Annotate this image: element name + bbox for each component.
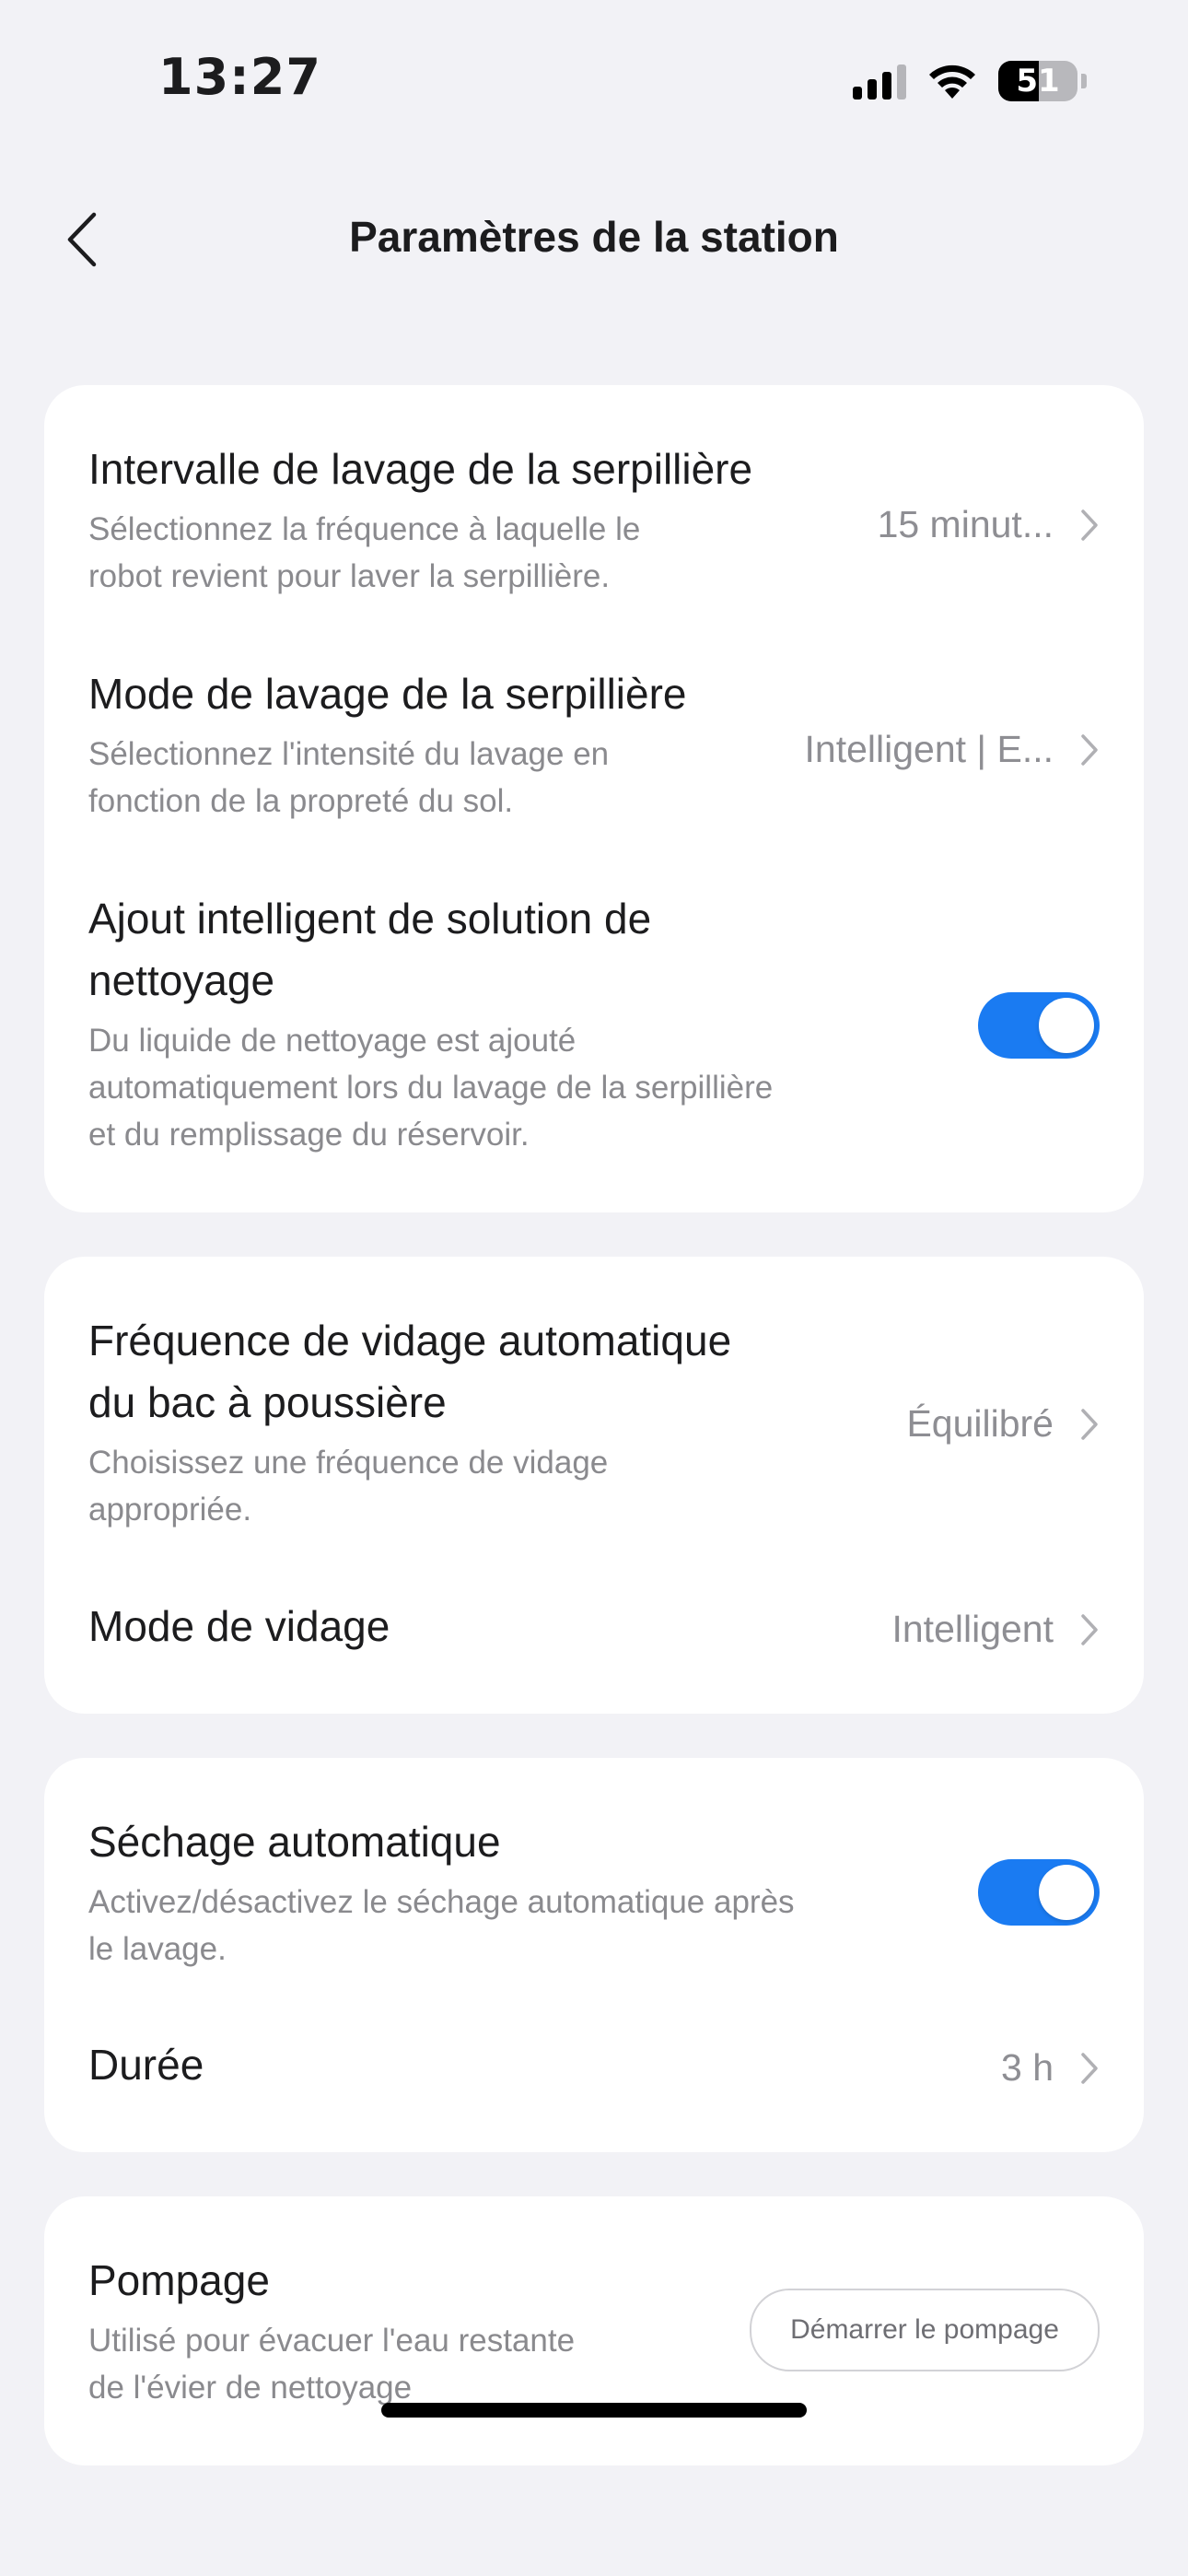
card-drying-settings: Séchage automatique Activez/désactivez l… (44, 1758, 1144, 2152)
setting-auto-dry: Séchage automatique Activez/désactivez l… (88, 1811, 1100, 1977)
setting-smart-solution: Ajout intelligent de solution de nettoya… (88, 888, 1100, 1165)
setting-value: 3 h (1001, 2046, 1054, 2089)
chevron-right-icon (1081, 1408, 1098, 1440)
auto-dry-toggle[interactable] (978, 1859, 1100, 1926)
battery-level: 51 (1016, 63, 1060, 100)
card-dust-settings: Fréquence de vidage automatique du bac à… (44, 1257, 1144, 1714)
setting-value: 15 minut... (877, 503, 1054, 545)
chevron-right-icon (1081, 1613, 1098, 1645)
setting-pump: Pompage Utilisé pour évacuer l'eau resta… (88, 2250, 1100, 2416)
chevron-right-icon (1081, 2052, 1098, 2084)
page-title: Paramètres de la station (349, 213, 839, 261)
chevron-right-icon (1081, 509, 1098, 541)
card-mop-settings: Intervalle de lavage de la serpillière S… (44, 385, 1144, 1212)
smart-solution-toggle[interactable] (978, 992, 1100, 1059)
status-bar: 13:27 51 (0, 0, 1188, 157)
setting-title: Fréquence de vidage automatique du bac à… (88, 1317, 732, 1426)
status-time: 13:27 (158, 48, 321, 106)
setting-mop-wash-mode[interactable]: Mode de lavage de la serpillière Sélecti… (88, 663, 1100, 829)
setting-empty-mode[interactable]: Mode de vidage Intelligent (88, 1596, 1100, 1660)
setting-value: Équilibré (906, 1402, 1054, 1445)
setting-description: Du liquide de nettoyage est ajouté autom… (88, 1023, 774, 1153)
setting-description: Utilisé pour évacuer l'eau restante de l… (88, 2323, 576, 2406)
toggle-knob (1039, 1865, 1094, 1920)
card-pump: Pompage Utilisé pour évacuer l'eau resta… (44, 2196, 1144, 2465)
setting-duration[interactable]: Durée 3 h (88, 2034, 1100, 2099)
cellular-signal-icon (853, 63, 906, 100)
wifi-icon (929, 64, 975, 99)
setting-value: Intelligent | E... (804, 728, 1054, 770)
setting-description: Activez/désactivez le séchage automatiqu… (88, 1884, 795, 1967)
start-pump-button[interactable]: Démarrer le pompage (750, 2289, 1100, 2371)
setting-title: Intervalle de lavage de la serpillière (88, 445, 753, 493)
setting-title: Durée (88, 2041, 204, 2089)
setting-title: Mode de lavage de la serpillière (88, 670, 687, 718)
nav-header: Paramètres de la station (0, 175, 1188, 304)
toggle-knob (1039, 998, 1094, 1053)
chevron-right-icon (1081, 733, 1098, 766)
setting-title: Mode de vidage (88, 1602, 390, 1650)
status-icons: 51 (853, 57, 1087, 105)
setting-description: Choisissez une fréquence de vidage appro… (88, 1445, 609, 1528)
battery-cap (1081, 74, 1087, 88)
setting-mop-interval[interactable]: Intervalle de lavage de la serpillière S… (88, 439, 1100, 604)
setting-dust-frequency[interactable]: Fréquence de vidage automatique du bac à… (88, 1310, 1100, 1540)
setting-value: Intelligent (891, 1608, 1054, 1650)
setting-title: Ajout intelligent de solution de nettoya… (88, 895, 652, 1004)
setting-description: Sélectionnez l'intensité du lavage en fo… (88, 736, 610, 819)
setting-description: Sélectionnez la fréquence à laquelle le … (88, 511, 641, 594)
home-indicator[interactable] (381, 2403, 807, 2418)
battery-icon: 51 (998, 61, 1077, 101)
setting-title: Séchage automatique (88, 1818, 501, 1866)
setting-title: Pompage (88, 2256, 270, 2304)
